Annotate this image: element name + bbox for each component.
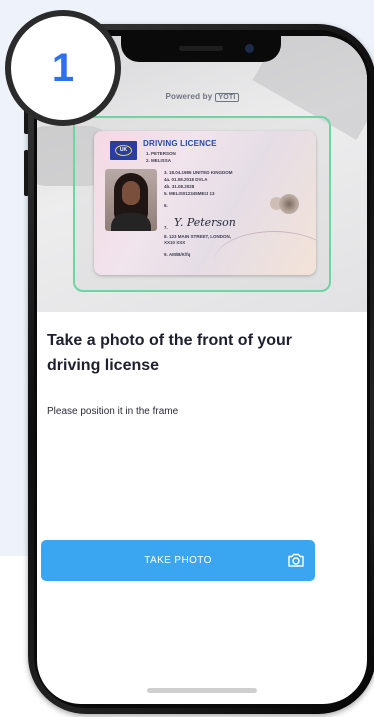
licence-title: DRIVING LICENCE <box>143 139 217 148</box>
licence-field: 9. AM/B/K/fq <box>164 252 191 257</box>
document-frame: UK DRIVING LICENCE 1. PETERSON 2. MELISS… <box>73 116 331 292</box>
home-indicator <box>147 688 257 693</box>
licence-signature: Y. Peterson <box>174 216 236 229</box>
licence-field: XX10 XXX <box>164 240 186 245</box>
phone-screen: Powered by YOTI UK DRIVING LICENCE 1. PET… <box>37 36 367 704</box>
licence-field: 6. <box>164 203 168 208</box>
licence-field: 4b. 31.08.2028 <box>164 184 195 189</box>
take-photo-button[interactable]: TAKE PHOTO <box>41 540 315 581</box>
step-number: 1 <box>51 46 75 90</box>
powered-by-text: Powered by <box>165 92 213 101</box>
phone-notch <box>121 36 281 62</box>
speaker-grille <box>179 46 223 51</box>
licence-field: 4a. 01.08.2018 DVLA <box>164 177 208 182</box>
eu-flag-icon: UK <box>110 141 137 160</box>
licence-photo <box>105 169 157 231</box>
hologram-mark <box>279 194 299 214</box>
licence-field: 8. 123 MAIN STREET, LONDON, <box>164 234 232 239</box>
driving-licence-card: UK DRIVING LICENCE 1. PETERSON 2. MELISS… <box>94 131 316 275</box>
instruction-text: Please position it in the frame <box>47 406 179 417</box>
page-title: Take a photo of the front of your drivin… <box>47 332 293 374</box>
yoti-logo: YOTI <box>215 93 239 102</box>
take-photo-label: TAKE PHOTO <box>144 555 212 566</box>
licence-field: 2. MELISSA <box>146 158 172 163</box>
front-camera <box>245 44 254 53</box>
country-code: UK <box>115 145 132 156</box>
licence-field: 1. PETERSON <box>146 151 176 156</box>
licence-field: 7. <box>164 225 168 230</box>
licence-field: 5. MELIS012345MEIJ 13 <box>164 191 215 196</box>
licence-field: 3. 18.04.1986 UNITED KINGDOM <box>164 170 233 175</box>
camera-icon <box>288 553 304 567</box>
step-badge: 1 <box>5 10 121 126</box>
